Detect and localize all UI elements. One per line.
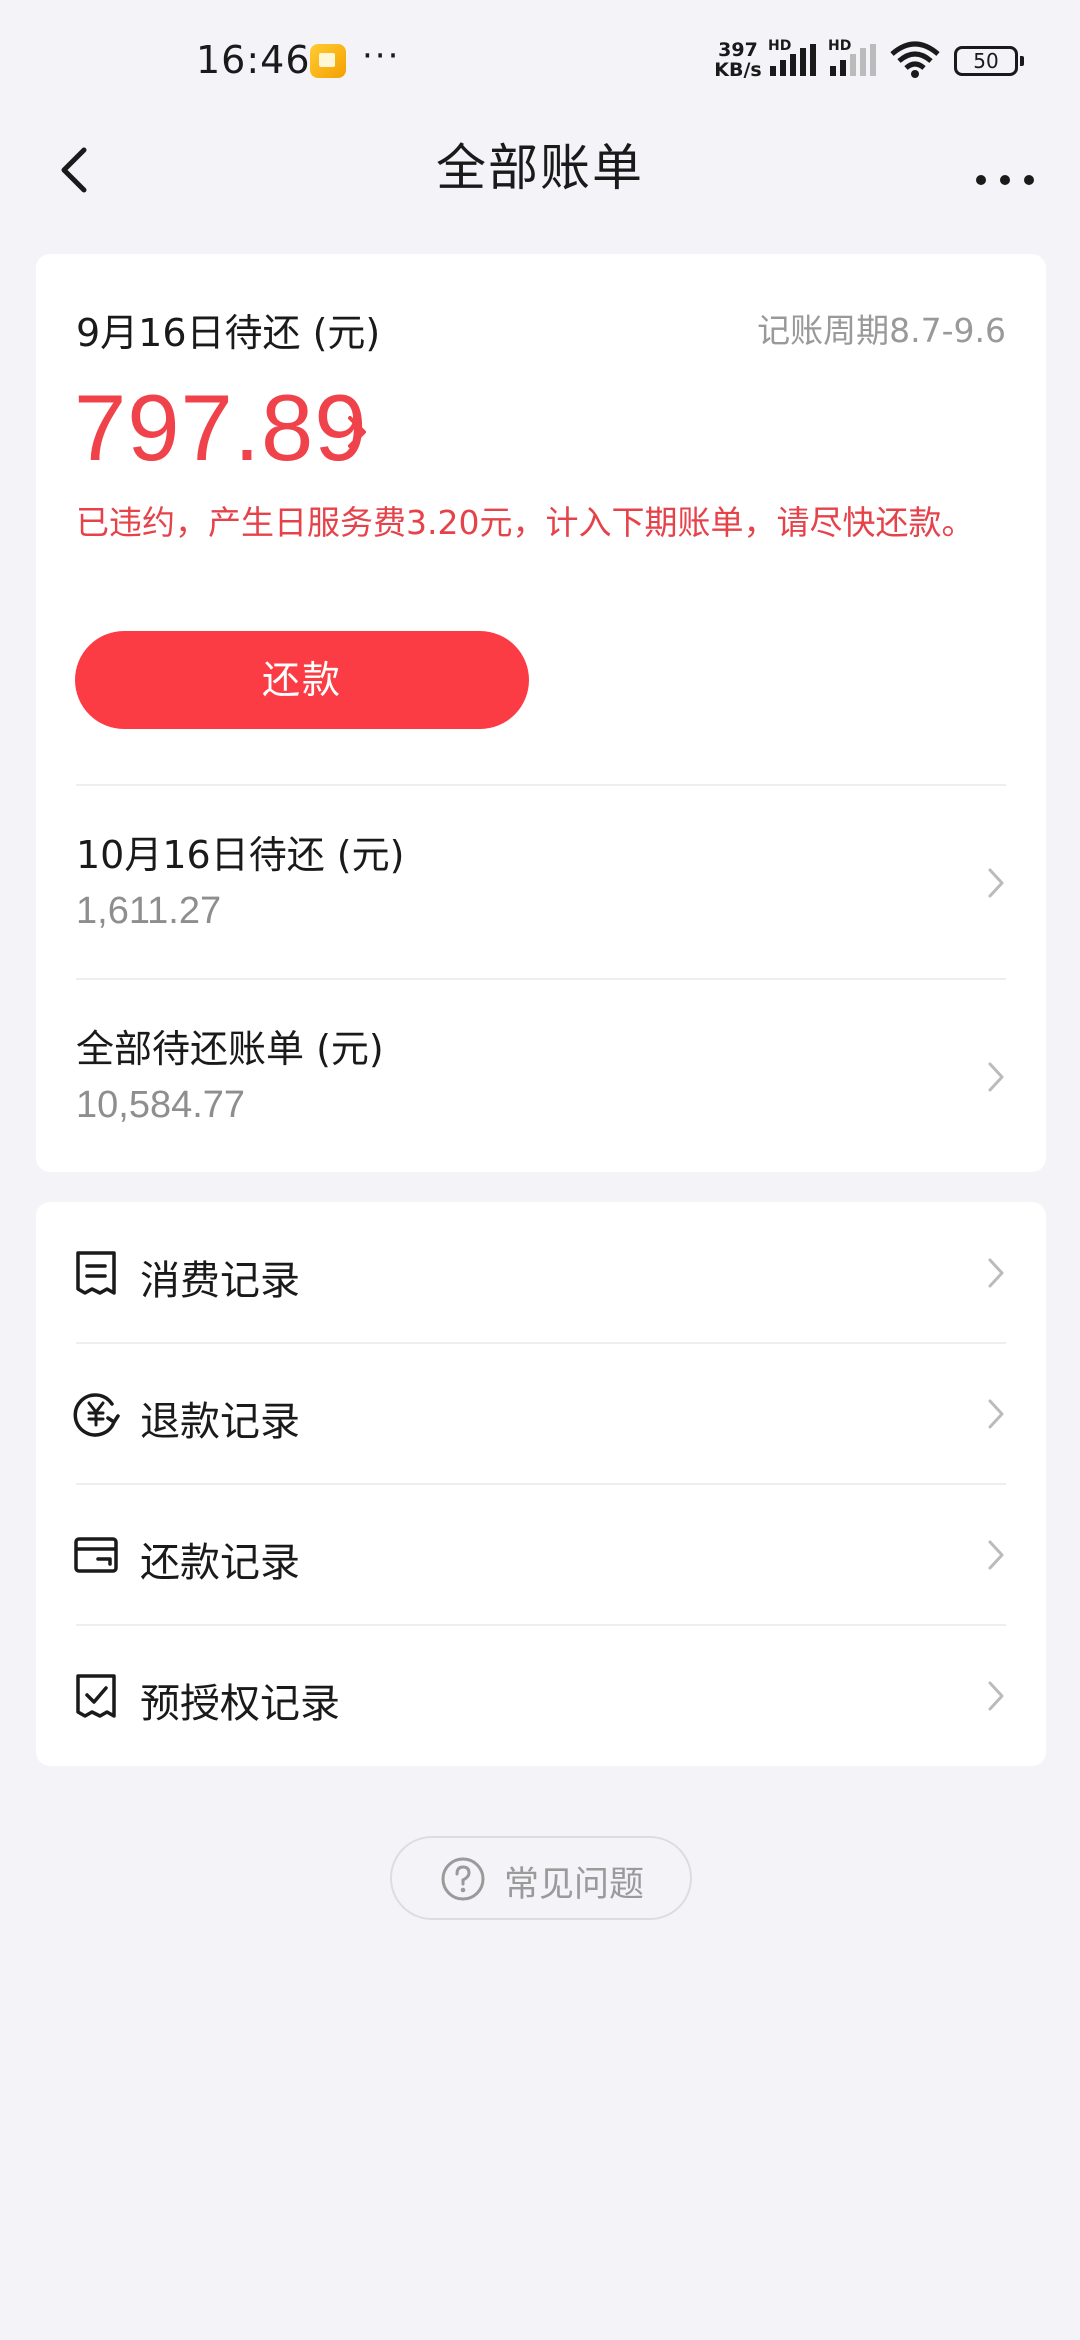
faq-button[interactable]: 常见问题 xyxy=(390,1836,692,1920)
chevron-right-icon xyxy=(988,1681,1004,1711)
faq-label: 常见问题 xyxy=(504,1865,645,1905)
more-options-button[interactable] xyxy=(970,142,1040,202)
repayment-records-label: 还款记录 xyxy=(140,1540,300,1586)
page-title: 全部账单 xyxy=(436,139,644,197)
preauth-records-label: 预授权记录 xyxy=(140,1681,340,1727)
chevron-right-icon xyxy=(988,868,1004,898)
receipt-icon xyxy=(76,1251,116,1295)
refund-records-row[interactable]: 退款记录 xyxy=(36,1343,1046,1484)
wifi-icon xyxy=(888,40,942,84)
repayment-records-row[interactable]: 还款记录 xyxy=(36,1484,1046,1625)
network-speed: 397 KB/s xyxy=(712,40,764,80)
next-bill-row[interactable]: 10月16日待还 (元) 1,611.27 xyxy=(36,786,1046,978)
due-amount[interactable]: 797.89 xyxy=(74,374,368,482)
hd-label-1: HD xyxy=(768,38,792,54)
checked-receipt-icon xyxy=(76,1674,116,1718)
amount-chevron-icon[interactable] xyxy=(342,410,372,454)
status-time: 16:46 xyxy=(196,38,311,82)
all-bills-label: 全部待还账单 (元) xyxy=(76,1027,384,1071)
consumption-records-label: 消费记录 xyxy=(140,1258,300,1304)
chevron-right-icon xyxy=(988,1258,1004,1288)
refund-yen-icon xyxy=(73,1393,120,1437)
more-notifications-icon: ··· xyxy=(362,36,401,76)
notification-app-icon xyxy=(310,44,346,78)
consumption-records-row[interactable]: 消费记录 xyxy=(36,1202,1046,1343)
network-speed-value: 397 xyxy=(718,39,758,61)
next-bill-value: 1,611.27 xyxy=(76,890,222,932)
due-date-label: 9月16日待还 (元) xyxy=(76,311,381,355)
billing-period: 记账周期8.7-9.6 xyxy=(757,311,1006,350)
all-bills-row[interactable]: 全部待还账单 (元) 10,584.77 xyxy=(36,980,1046,1172)
battery-level: 50 xyxy=(973,49,999,73)
all-bills-value: 10,584.77 xyxy=(76,1084,246,1126)
chevron-right-icon xyxy=(988,1540,1004,1570)
signal-2-icon: HD xyxy=(828,38,880,82)
next-bill-label: 10月16日待还 (元) xyxy=(76,833,405,877)
chevron-right-icon xyxy=(988,1399,1004,1429)
hd-label-2: HD xyxy=(828,38,852,54)
status-bar: 16:46 ··· 397 KB/s HD HD 50 xyxy=(0,0,1080,120)
overdue-warning: 已违约，产生日服务费3.20元，计入下期账单，请尽快还款。 xyxy=(76,503,975,542)
chevron-right-icon xyxy=(988,1062,1004,1092)
signal-1-icon: HD xyxy=(768,38,820,82)
preauth-records-row[interactable]: 预授权记录 xyxy=(36,1625,1046,1766)
current-bill-card: 9月16日待还 (元) 记账周期8.7-9.6 797.89 已违约，产生日服务… xyxy=(36,254,1046,1172)
pay-button[interactable]: 还款 xyxy=(75,631,529,729)
more-dots-icon xyxy=(976,175,1034,185)
records-card: 消费记录 退款记录 还款记录 预授权记录 xyxy=(36,1202,1046,1766)
nav-bar: 全部账单 xyxy=(0,120,1080,270)
question-circle-icon xyxy=(441,1857,485,1901)
battery-icon: 50 xyxy=(954,46,1024,76)
refund-records-label: 退款记录 xyxy=(140,1399,300,1445)
wallet-icon xyxy=(74,1537,118,1573)
network-speed-unit: KB/s xyxy=(714,59,762,81)
